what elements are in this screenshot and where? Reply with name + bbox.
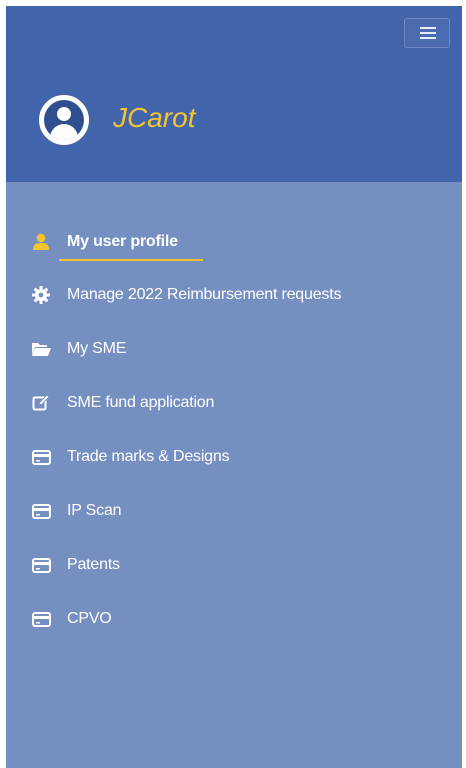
- nav-item-my-sme[interactable]: My SME: [30, 336, 126, 362]
- hamburger-icon-line: [420, 27, 436, 29]
- nav-item-label: SME fund application: [67, 394, 215, 411]
- credit-card-icon: [30, 500, 52, 522]
- user-circle-icon: [39, 95, 89, 145]
- active-underline: [59, 259, 203, 261]
- sidebar-panel: JCarot My user profile Manage 2022 Reimb…: [6, 6, 462, 768]
- nav-item-label: Manage 2022 Reimbursement requests: [67, 286, 342, 303]
- nav-item-sme-fund-application[interactable]: SME fund application: [30, 390, 214, 416]
- user-icon: [30, 231, 52, 253]
- nav-item-label: Patents: [67, 556, 120, 573]
- nav-item-label: Trade marks & Designs: [67, 448, 230, 465]
- credit-card-icon: [30, 554, 52, 576]
- nav-item-label: My SME: [67, 340, 127, 357]
- nav-item-my-user-profile[interactable]: My user profile: [30, 229, 178, 255]
- menu-toggle-button[interactable]: [404, 18, 450, 48]
- folder-open-icon: [30, 338, 52, 360]
- nav-item-cpvo[interactable]: CPVO: [30, 606, 112, 632]
- nav-item-label: My user profile: [67, 233, 178, 250]
- gear-icon: [30, 284, 52, 306]
- credit-card-icon: [30, 608, 52, 630]
- nav-item-trade-marks-designs[interactable]: Trade marks & Designs: [30, 444, 230, 470]
- hamburger-icon-line: [420, 32, 436, 34]
- nav-item-ip-scan[interactable]: IP Scan: [30, 498, 122, 524]
- sidebar-header: JCarot: [6, 6, 462, 182]
- hamburger-icon-line: [420, 37, 436, 39]
- nav-item-label: IP Scan: [67, 502, 122, 519]
- credit-card-icon: [30, 446, 52, 468]
- nav-item-manage-reimbursement[interactable]: Manage 2022 Reimbursement requests: [30, 282, 341, 308]
- username-link[interactable]: JCarot: [113, 102, 195, 134]
- edit-icon: [30, 392, 52, 414]
- nav-item-patents[interactable]: Patents: [30, 552, 120, 578]
- nav-item-label: CPVO: [67, 610, 112, 627]
